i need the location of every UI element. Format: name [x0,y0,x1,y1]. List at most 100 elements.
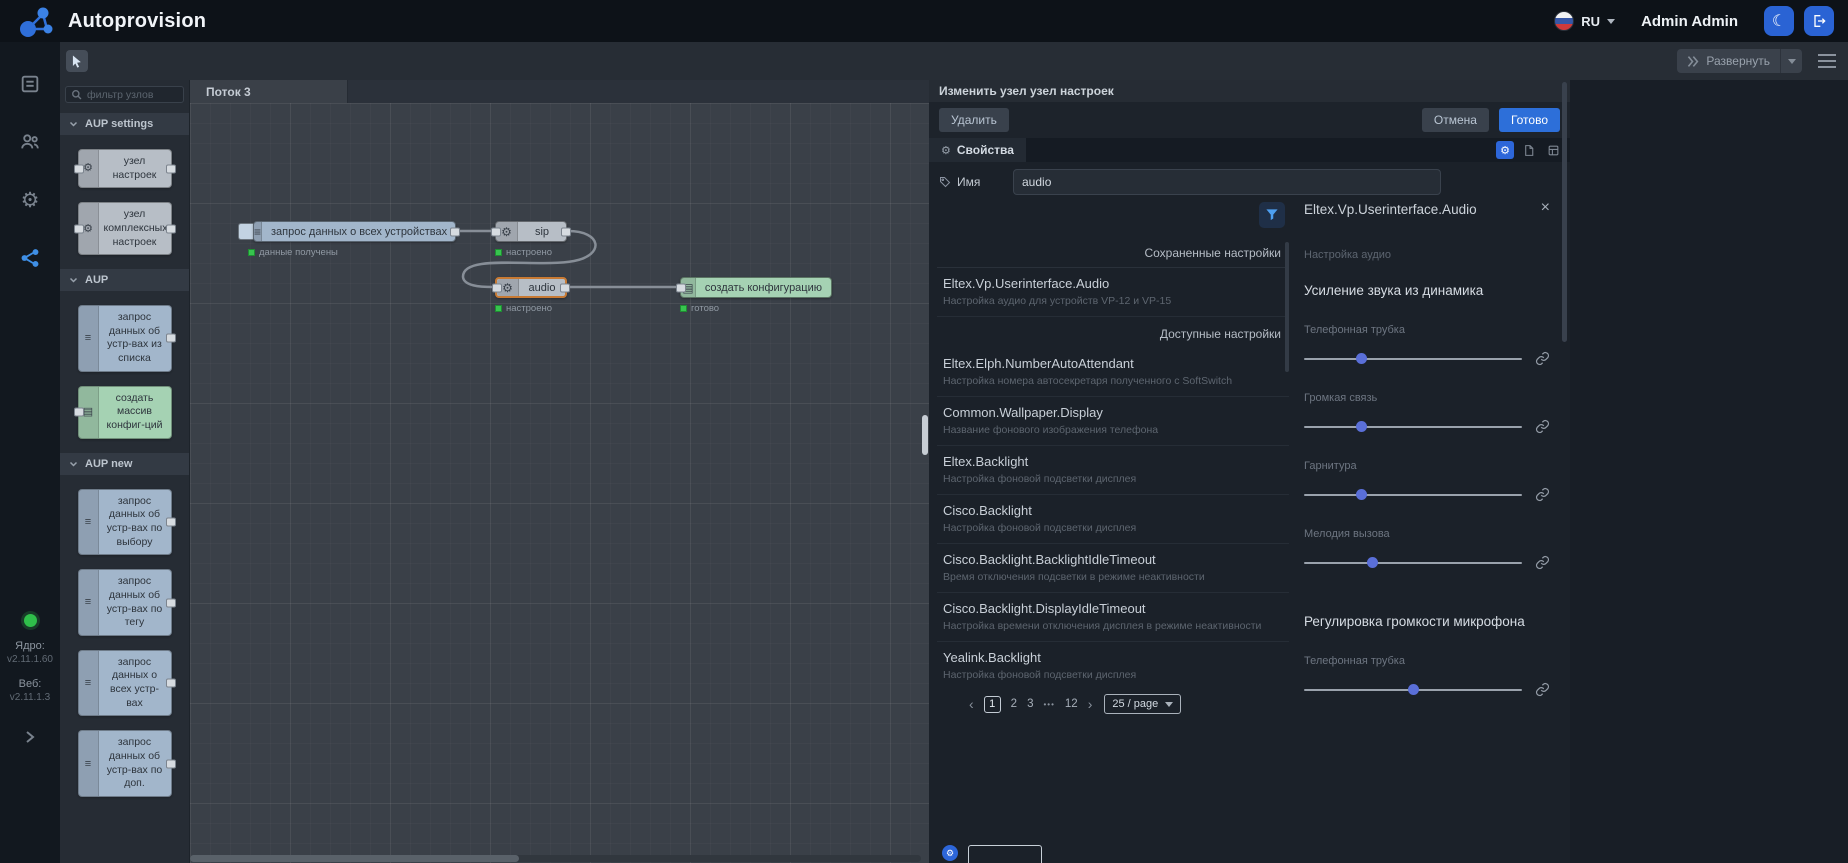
list-item[interactable]: Cisco.Backlight.BacklightIdleTimeout Вре… [937,544,1289,593]
slider-speaker[interactable] [1304,426,1522,428]
slider-group-headset: Гарнитура [1304,460,1550,502]
output-port[interactable] [166,334,176,343]
close-icon[interactable]: × [1541,200,1550,216]
nav-dashboard-icon[interactable] [18,72,42,96]
list-item[interactable]: Cisco.Backlight.DisplayIdleTimeout Настр… [937,593,1289,642]
slider-mic-handset[interactable] [1304,689,1522,691]
slider-thumb[interactable] [1367,557,1378,568]
output-port[interactable] [166,517,176,526]
nav-flows-icon[interactable] [18,246,42,270]
slider-headset[interactable] [1304,494,1522,496]
properties-view-button[interactable]: ⚙ [1496,141,1514,159]
palette-node-request-by-choice[interactable]: ≡ запрос данных об устр-вах по выбору [78,489,172,556]
cancel-button[interactable]: Отмена [1422,108,1489,132]
output-port[interactable] [166,679,176,688]
palette-section-header[interactable]: AUP [60,269,189,291]
search-icon [71,89,82,100]
page-button-active[interactable]: 1 [984,696,1001,713]
output-port[interactable] [166,759,176,768]
flow-workspace[interactable]: ≡ запрос данных о всех устройствах данны… [190,103,929,863]
deploy-button[interactable]: Развернуть [1677,49,1802,73]
node-name-input[interactable] [1013,169,1441,195]
flow-node-audio[interactable]: ⚙ audio [495,277,567,298]
input-port[interactable] [74,408,84,417]
filter-button[interactable] [1259,202,1285,228]
flow-node-sip[interactable]: ⚙ sip [495,221,567,242]
section-icon[interactable]: ⚙ [942,845,958,861]
language-selector[interactable]: RU [1554,11,1615,31]
appearance-view-button[interactable] [1544,141,1562,159]
input-port[interactable] [74,224,84,233]
slider-thumb[interactable] [1356,489,1367,500]
list-item[interactable]: Eltex.Elph.NumberAutoAttendant Настройка… [937,348,1289,397]
input-port[interactable] [492,283,502,292]
done-button[interactable]: Готово [1499,108,1560,132]
partial-control[interactable] [968,845,1042,863]
slider-thumb[interactable] [1408,684,1419,695]
palette-node-request-all[interactable]: ≡ запрос данных о всех устр-вах [78,650,172,717]
output-port[interactable] [166,224,176,233]
palette-search-input[interactable] [87,89,177,101]
output-port[interactable] [166,598,176,607]
list-item[interactable]: Eltex.Backlight Настройка фоновой подсве… [937,446,1289,495]
slider-thumb[interactable] [1356,353,1367,364]
input-port[interactable] [74,164,84,173]
per-page-select[interactable]: 25 / page [1104,694,1181,714]
main-menu-button[interactable] [1818,54,1836,68]
list-item[interactable]: Yealink.Backlight Настройка фоновой подс… [937,642,1289,686]
deploy-options-button[interactable] [1780,49,1802,73]
output-port[interactable] [166,164,176,173]
output-port[interactable] [561,227,571,236]
logout-button[interactable] [1804,6,1834,36]
output-port[interactable] [560,283,570,292]
palette-node-request-by-tag[interactable]: ≡ запрос данных об устр-вах по тегу [78,569,172,636]
canvas-vertical-scrollbar[interactable] [922,415,928,455]
list-item[interactable]: Cisco.Backlight Настройка фоновой подсве… [937,495,1289,544]
palette-node-request-by-additional[interactable]: ≡ запрос данных об устр-вах по доп. [78,730,172,797]
nav-users-icon[interactable] [18,130,42,154]
tab-properties[interactable]: ⚙ Свойства [929,138,1026,162]
input-port[interactable] [491,227,501,236]
prev-page-button[interactable]: ‹ [969,697,974,711]
slider-ringtone[interactable] [1304,562,1522,564]
palette-node-request-list[interactable]: ≡ запрос данных об устр-вах из списка [78,305,172,372]
next-page-button[interactable]: › [1088,697,1093,711]
palette-section-header[interactable]: AUP new [60,453,189,475]
slider-label: Телефонная трубка [1304,324,1550,336]
slider-handset[interactable] [1304,358,1522,360]
input-port[interactable] [676,283,686,292]
palette-section-header[interactable]: AUP settings [60,113,189,135]
page-button[interactable]: 2 [1011,698,1017,710]
output-port[interactable] [450,227,460,236]
expand-rail-button[interactable] [24,729,36,745]
palette-search[interactable] [65,86,184,103]
flow-node-create-config[interactable]: ▤ создать конфигурацию [680,277,832,298]
list-item-name: Eltex.Backlight [943,454,1283,469]
list-scrollbar[interactable] [1285,242,1289,372]
panel-scrollbar[interactable] [1562,82,1567,855]
description-view-button[interactable] [1520,141,1538,159]
palette-section-aup: AUP ≡ запрос данных об устр-вах из списк… [60,269,189,442]
delete-button[interactable]: Удалить [939,108,1009,132]
palette-section-label: AUP new [85,458,132,470]
palette-node-complex-settings[interactable]: ⚙ узел комплексных настроек [78,202,172,255]
theme-toggle-button[interactable]: ☾ [1764,6,1794,36]
canvas-horizontal-scrollbar[interactable] [190,855,921,862]
select-tool-button[interactable] [66,50,88,72]
list-item-saved[interactable]: Eltex.Vp.Userinterface.Audio Настройка а… [937,268,1289,317]
palette-node-create-config-array[interactable]: ▤ создать массив конфиг-ций [78,386,172,439]
list-item[interactable]: Common.Wallpaper.Display Название фоново… [937,397,1289,446]
palette-node-settings[interactable]: ⚙ узел настроек [78,149,172,188]
language-code: RU [1581,14,1600,29]
inject-button[interactable] [238,223,253,240]
page-button[interactable]: 3 [1027,698,1033,710]
nav-settings-icon[interactable]: ⚙ [18,188,42,212]
slider-thumb[interactable] [1356,421,1367,432]
node-palette: AUP settings ⚙ узел настроек ⚙ узел комп… [60,80,190,863]
last-page-button[interactable]: 12 [1065,698,1078,710]
flow-node-request-all-devices[interactable]: ≡ запрос данных о всех устройствах [253,221,456,242]
flow-tab[interactable]: Поток 3 [190,80,348,103]
settings-list-scroll[interactable]: Сохраненные настройки Eltex.Vp.Userinter… [937,236,1289,686]
pages-ellipsis[interactable]: ••• [1043,700,1054,709]
chevron-down-icon [69,461,78,467]
